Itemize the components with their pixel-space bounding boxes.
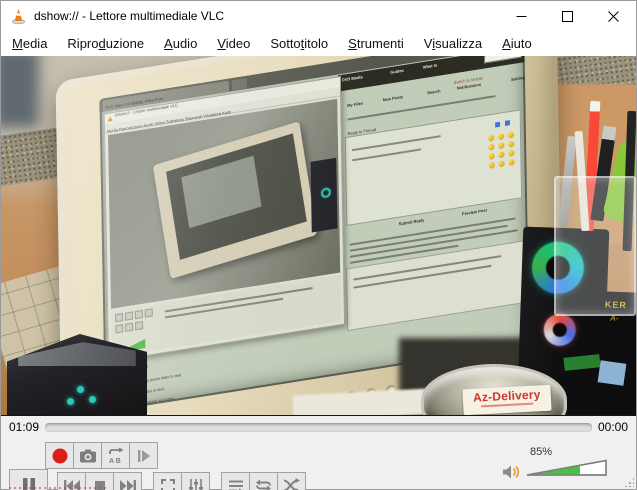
forum-icon	[495, 121, 501, 128]
browser-tab-2	[231, 77, 247, 92]
menu-video[interactable]: Video	[207, 33, 260, 54]
inner-vlc-cone-icon	[108, 116, 113, 122]
forum-icon	[504, 120, 510, 126]
next-button[interactable]	[113, 472, 142, 490]
maximize-button[interactable]	[544, 1, 590, 31]
volume-slider[interactable]	[526, 458, 608, 476]
elapsed-time: 01:09	[9, 420, 40, 434]
loop-icon	[256, 479, 271, 490]
inner-vlc-button	[134, 309, 143, 320]
title-bar[interactable]: dshow:// - Lettore multimediale VLC	[1, 1, 636, 31]
control-toolbar: 01:09 00:00 A B 85%	[1, 415, 636, 490]
forum-search-box	[483, 56, 522, 64]
menu-visualizza[interactable]: Visualizza	[414, 33, 492, 54]
inner-vlc-button	[135, 320, 144, 331]
menu-audio[interactable]: Audio	[154, 33, 207, 54]
remaining-time: 00:00	[597, 420, 628, 434]
scene-dark-corner	[1, 56, 39, 128]
video-display-area[interactable]: VLC does not display video from DVD Medi…	[1, 56, 636, 415]
recursive-content	[181, 155, 262, 229]
menu-riproduzione[interactable]: Riproduzione	[57, 33, 154, 54]
extended-buttons-row: A B	[45, 442, 158, 469]
az-delivery-sticker: Az-Delivery	[462, 384, 552, 415]
fullscreen-icon	[160, 478, 175, 490]
acrylic-pen-holder	[554, 176, 636, 316]
inner-vlc-video	[108, 98, 341, 309]
minimize-button[interactable]	[498, 1, 544, 31]
teal-led	[89, 396, 96, 403]
extended-settings-button[interactable]	[181, 472, 210, 490]
shuffle-icon	[283, 478, 300, 490]
menu-media[interactable]: Media	[2, 33, 57, 54]
frame-by-frame-button[interactable]	[129, 442, 158, 469]
seek-row: 01:09 00:00	[1, 418, 636, 436]
inner-vlc-button	[125, 322, 134, 332]
menu-strumenti[interactable]: Strumenti	[338, 33, 414, 54]
menu-aiuto[interactable]: Aiuto	[492, 33, 542, 54]
playlist-icon	[228, 480, 243, 490]
volume-percent: 85%	[530, 446, 553, 458]
recursive-monitor	[152, 121, 318, 280]
teal-led	[67, 398, 74, 405]
record-icon	[52, 448, 67, 463]
smiley-grid	[488, 131, 515, 170]
shuffle-button[interactable]	[277, 472, 306, 490]
vlc-cone-icon	[12, 8, 25, 24]
equalizer-icon	[188, 478, 203, 490]
webcam-scene: VLC does not display video from DVD Medi…	[1, 56, 636, 415]
vlc-window: dshow:// - Lettore multimediale VLC Medi…	[0, 0, 637, 490]
rgb-led-ring-small	[543, 313, 577, 347]
playlist-button[interactable]	[221, 472, 250, 490]
inner-vlc-button	[144, 308, 153, 318]
inner-vlc-button	[115, 313, 124, 323]
camera-icon	[79, 449, 96, 462]
teal-led	[77, 386, 84, 393]
forum-text-line	[352, 148, 422, 162]
window-title: dshow:// - Lettore multimediale VLC	[34, 9, 225, 23]
ab-loop-button[interactable]: A B	[101, 442, 130, 469]
speaker-icon[interactable]	[502, 464, 522, 480]
svg-text:A B: A B	[109, 458, 121, 465]
menu-sottotitolo[interactable]: Sottotitolo	[260, 33, 338, 54]
record-button[interactable]	[45, 442, 74, 469]
menu-bar: Media Riproduzione Audio Video Sottotito…	[1, 31, 636, 56]
close-button[interactable]	[590, 1, 636, 31]
inner-vlc-button	[115, 324, 124, 334]
forum-text-line	[351, 135, 441, 152]
red-dotted-artifact	[9, 487, 107, 489]
frame-step-icon	[137, 449, 150, 462]
caption-buttons	[498, 1, 636, 31]
blue-object	[597, 360, 627, 386]
snapshot-button[interactable]	[73, 442, 102, 469]
seek-slider[interactable]	[45, 422, 592, 432]
inner-vlc-window: dshow:// - Lettore multimediale VLC Medi…	[103, 76, 346, 362]
ab-loop-icon: A B	[109, 447, 123, 465]
recursive-screen	[166, 133, 307, 260]
loop-button[interactable]	[249, 472, 278, 490]
fullscreen-button[interactable]	[153, 472, 182, 490]
inner-vlc-button	[124, 311, 134, 321]
volume-control: 85%	[496, 446, 626, 490]
next-icon	[119, 479, 136, 490]
